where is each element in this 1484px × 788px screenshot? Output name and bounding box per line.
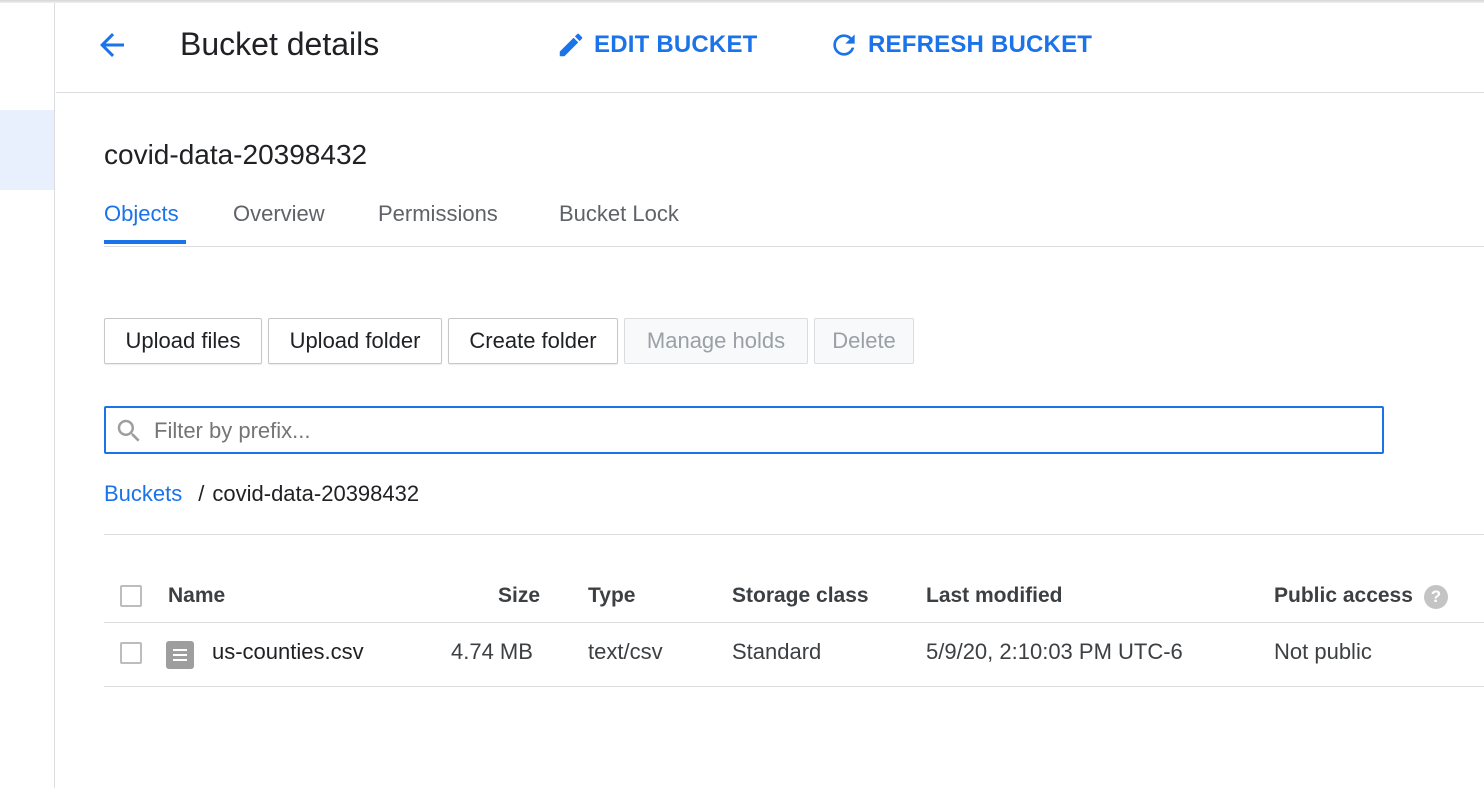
column-header-last-modified[interactable]: Last modified — [926, 584, 1063, 608]
filter-by-prefix-input[interactable] — [152, 412, 1356, 450]
select-all-checkbox[interactable] — [120, 585, 142, 607]
create-folder-button[interactable]: Create folder — [448, 318, 618, 364]
upload-folder-button[interactable]: Upload folder — [268, 318, 442, 364]
delete-button[interactable]: Delete — [814, 318, 914, 364]
left-rail-active-item[interactable] — [0, 110, 54, 190]
refresh-icon — [833, 34, 855, 56]
breadcrumb-current: covid-data-20398432 — [212, 481, 420, 506]
object-type: text/csv — [588, 639, 663, 664]
object-public-access: Not public — [1274, 639, 1372, 664]
refresh-bucket-button[interactable]: REFRESH BUCKET — [828, 25, 1092, 65]
row-checkbox[interactable] — [120, 642, 142, 664]
column-header-type[interactable]: Type — [588, 584, 635, 608]
tab-overview[interactable]: Overview — [233, 190, 325, 244]
tab-objects[interactable]: Objects — [104, 190, 186, 244]
column-header-size[interactable]: Size — [498, 584, 540, 608]
page-title: Bucket details — [180, 26, 380, 62]
table-divider — [104, 534, 1484, 535]
tab-bucket-lock[interactable]: Bucket Lock — [559, 190, 679, 244]
object-size: 4.74 MB — [451, 639, 533, 664]
manage-holds-button[interactable]: Manage holds — [624, 318, 808, 364]
refresh-bucket-label: REFRESH BUCKET — [868, 31, 1093, 58]
tab-permissions[interactable]: Permissions — [378, 190, 498, 244]
bucket-name-heading: covid-data-20398432 — [104, 139, 368, 170]
edit-bucket-label: EDIT BUCKET — [594, 31, 758, 58]
help-icon[interactable]: ? — [1424, 585, 1448, 609]
page-header: Bucket details EDIT BUCKET REFRESH BUCKE… — [56, 3, 1484, 93]
column-header-name[interactable]: Name — [168, 584, 225, 608]
bucket-tabs: Objects Overview Permissions Bucket Lock — [104, 190, 1484, 247]
column-header-public-access[interactable]: Public access — [1274, 584, 1413, 608]
object-name-link[interactable]: us-counties.csv — [212, 639, 364, 665]
object-last-modified: 5/9/20, 2:10:03 PM UTC-6 — [926, 639, 1183, 664]
left-navigation-rail — [0, 3, 55, 788]
breadcrumb-separator: / — [198, 481, 205, 506]
back-button[interactable] — [92, 25, 132, 65]
table-header-row: Name Size Type Storage class Last modifi… — [104, 572, 1484, 623]
filter-box — [104, 406, 1384, 454]
upload-files-button[interactable]: Upload files — [104, 318, 262, 364]
arrow-left-icon — [100, 33, 124, 57]
object-storage-class: Standard — [732, 639, 822, 664]
search-icon — [114, 416, 144, 446]
breadcrumb-buckets-link[interactable]: Buckets — [104, 481, 182, 506]
pencil-icon — [559, 33, 583, 57]
breadcrumb: Buckets / covid-data-20398432 — [104, 478, 419, 510]
file-icon — [166, 641, 194, 669]
table-row[interactable]: us-counties.csv 4.74 MB text/csv Standar… — [104, 623, 1484, 687]
edit-bucket-button[interactable]: EDIT BUCKET — [556, 25, 758, 65]
column-header-storage-class[interactable]: Storage class — [732, 584, 869, 608]
